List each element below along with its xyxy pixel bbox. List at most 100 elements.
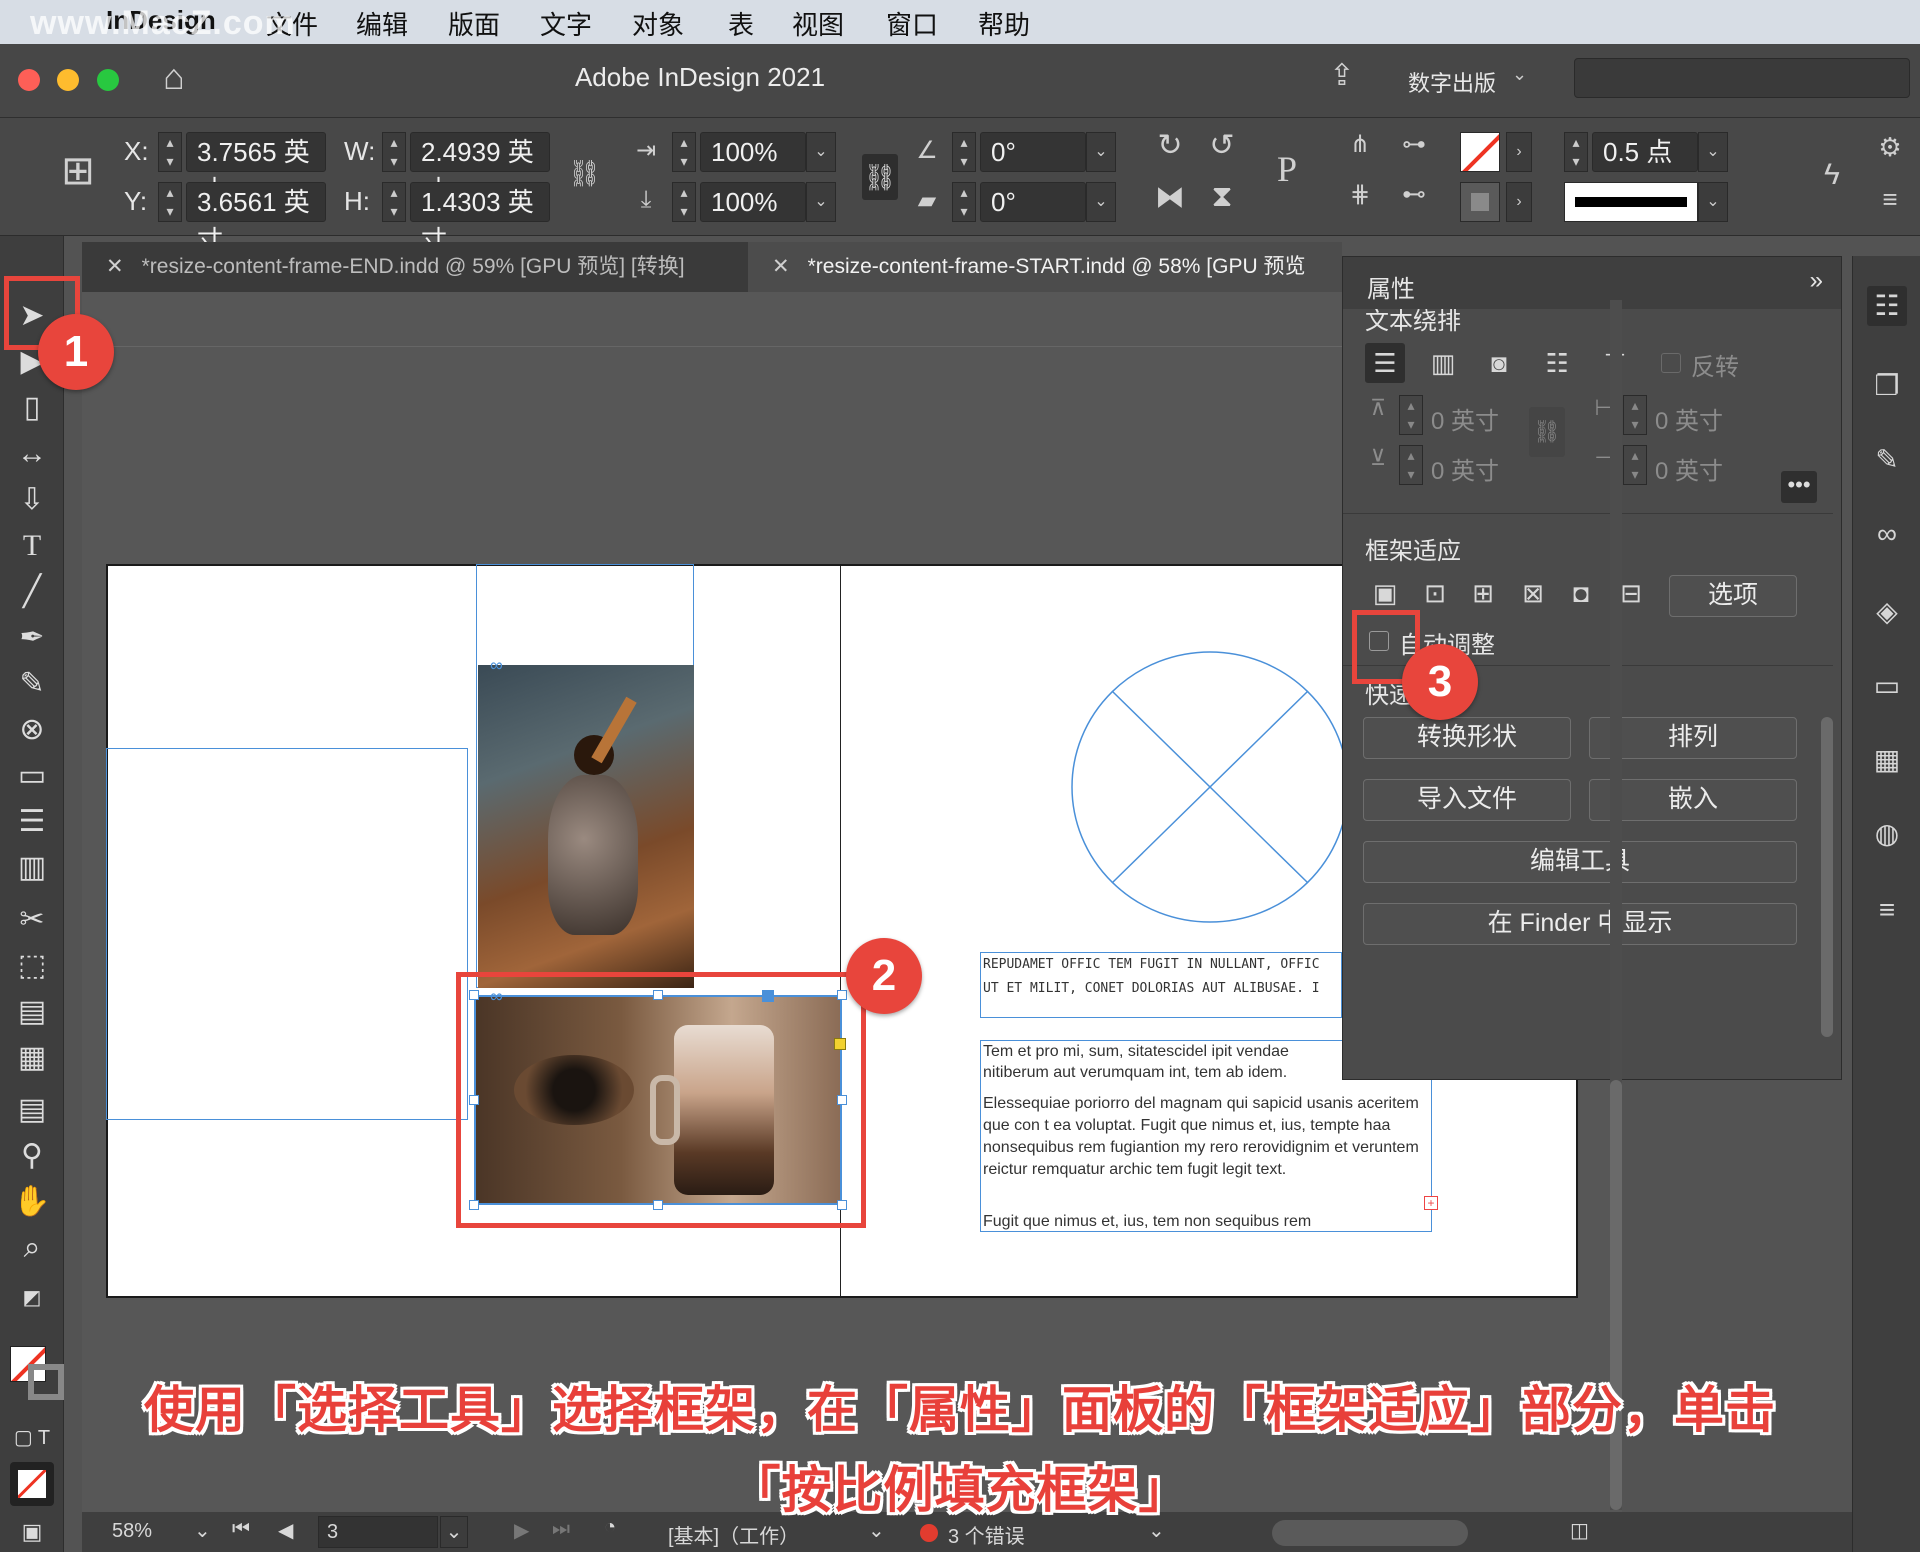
top-offset-field[interactable]: 0 英寸 bbox=[1431, 401, 1499, 436]
bottom-offset-field[interactable]: 0 英寸 bbox=[1431, 451, 1499, 486]
convert-shape-button[interactable]: 转换形状 bbox=[1363, 717, 1571, 759]
rotation-field[interactable]: 0° bbox=[980, 132, 1086, 172]
pen-tool-icon[interactable]: ✒ bbox=[12, 618, 52, 658]
vertical-scrollbar[interactable] bbox=[1610, 1080, 1622, 1510]
rectangle-tool-icon[interactable]: ▭ bbox=[12, 756, 52, 796]
stroke-weight-dropdown[interactable]: ⌄ bbox=[1698, 132, 1728, 172]
zoom-tool-icon[interactable]: ⌕ bbox=[12, 1228, 52, 1268]
free-transform-tool-icon[interactable]: ⬚ bbox=[12, 946, 52, 986]
link-scale-icon[interactable]: ⛓ bbox=[862, 154, 898, 200]
eyedropper-tool-icon[interactable]: ⚲ bbox=[12, 1136, 52, 1176]
reference-point-icon[interactable]: ⊞ bbox=[50, 148, 106, 204]
wrap-object-shape-icon[interactable]: ◙ bbox=[1479, 343, 1519, 383]
wrap-bounding-box-icon[interactable]: ▥ bbox=[1423, 343, 1463, 383]
paragraph-p-icon[interactable]: P bbox=[1262, 148, 1312, 198]
select-container-icon[interactable]: ⋔ bbox=[1340, 130, 1380, 159]
collapse-panel-icon[interactable]: » bbox=[1810, 267, 1823, 295]
pages-panel-icon[interactable]: ❐ bbox=[1867, 366, 1907, 406]
link-offsets-icon[interactable]: ⛓ bbox=[1529, 407, 1565, 457]
menu-view[interactable]: 视图 bbox=[792, 5, 844, 42]
constrain-proportions-icon[interactable]: ⛓ bbox=[568, 158, 601, 189]
workspace-switcher[interactable]: 数字出版 bbox=[1408, 66, 1496, 98]
y-stepper[interactable]: ▴ ▾ bbox=[158, 182, 182, 222]
tab-end-document[interactable]: ✕ *resize-content-frame-END.indd @ 59% [G… bbox=[82, 242, 748, 292]
zoom-level[interactable]: 58% bbox=[112, 1520, 152, 1543]
horizontal-grid-tool-icon[interactable]: ☰ bbox=[12, 802, 52, 842]
quick-apply-lightning-icon[interactable]: ϟ bbox=[1812, 158, 1852, 192]
line-tool-icon[interactable]: ╱ bbox=[12, 572, 52, 612]
pencil-tool-icon[interactable]: ✎ bbox=[12, 664, 52, 704]
content-collector-tool-icon[interactable]: ⇩ bbox=[12, 480, 52, 520]
left-offset-field[interactable]: 0 英寸 bbox=[1655, 401, 1723, 436]
fit-content-to-frame-icon[interactable]: ⊠ bbox=[1513, 573, 1553, 613]
fill-swatch-dropdown[interactable]: › bbox=[1506, 132, 1532, 172]
menu-table[interactable]: 表 bbox=[728, 5, 754, 42]
fill-frame-proportionally-icon[interactable]: ▣ bbox=[1365, 573, 1405, 613]
ellipse-frame-tool-icon[interactable]: ⊗ bbox=[12, 710, 52, 750]
gradient-swatch-tool-icon[interactable]: ▤ bbox=[12, 992, 52, 1032]
select-previous-object-icon[interactable]: ⊶ bbox=[1394, 130, 1434, 159]
x-stepper[interactable]: ▴ ▾ bbox=[158, 132, 182, 172]
chevron-down-icon[interactable]: ⌄ bbox=[1512, 64, 1527, 85]
left-offset-stepper[interactable]: ▴ ▾ bbox=[1623, 395, 1647, 435]
share-icon[interactable]: ⇪ bbox=[1322, 58, 1362, 93]
close-tab-icon[interactable]: ✕ bbox=[772, 255, 790, 278]
preflight-profile[interactable]: [基本]（工作） bbox=[668, 1520, 799, 1549]
jump-object-icon[interactable]: ☷ bbox=[1537, 343, 1577, 383]
hand-tool-icon[interactable]: ✋ bbox=[12, 1182, 52, 1222]
empty-text-frame[interactable] bbox=[106, 748, 468, 1120]
stroke-type-field[interactable] bbox=[1564, 182, 1698, 222]
panel-menu-icon[interactable]: ≡ bbox=[1870, 184, 1910, 215]
rotation-dropdown[interactable]: ⌄ bbox=[1086, 132, 1116, 172]
stroke-weight-stepper[interactable]: ▴ ▾ bbox=[1564, 132, 1588, 172]
place-file-button[interactable]: 导入文件 bbox=[1363, 779, 1571, 821]
scissors-tool-icon[interactable]: ✂ bbox=[12, 900, 52, 940]
shear-field[interactable]: 0° bbox=[980, 182, 1086, 222]
overset-text-icon[interactable]: + bbox=[1424, 1196, 1438, 1210]
menu-help[interactable]: 帮助 bbox=[978, 5, 1030, 42]
shear-stepper[interactable]: ▴ ▾ bbox=[952, 182, 976, 222]
x-field[interactable]: 3.7565 英寸 bbox=[186, 132, 326, 205]
select-next-object-icon[interactable]: ⊷ bbox=[1394, 180, 1434, 209]
scale-y-dropdown[interactable]: ⌄ bbox=[806, 182, 836, 222]
layers-panel-icon[interactable]: ◈ bbox=[1867, 592, 1907, 632]
menu-type[interactable]: 文字 bbox=[540, 5, 592, 42]
scale-y-field[interactable]: 100% bbox=[700, 182, 806, 222]
invert-checkbox[interactable] bbox=[1661, 353, 1681, 373]
color-panel-icon[interactable]: ◍ bbox=[1867, 814, 1907, 854]
edit-with-button[interactable]: 编辑工具 bbox=[1363, 841, 1797, 883]
cc-libraries-icon[interactable]: ✎ bbox=[1867, 440, 1907, 480]
fit-content-proportionally-icon[interactable]: ⊡ bbox=[1415, 573, 1455, 613]
y-field[interactable]: 3.6561 英寸 bbox=[186, 182, 326, 255]
scale-y-stepper[interactable]: ▴ ▾ bbox=[672, 182, 696, 222]
menu-object[interactable]: 对象 bbox=[632, 5, 684, 42]
menu-edit[interactable]: 编辑 bbox=[356, 5, 408, 42]
right-offset-stepper[interactable]: ▴ ▾ bbox=[1623, 445, 1647, 485]
search-adobe-stock-input[interactable] bbox=[1574, 58, 1910, 98]
flip-vertical-icon[interactable]: ⧗ bbox=[1202, 180, 1242, 214]
links-panel-icon[interactable]: ∞ bbox=[1867, 514, 1907, 554]
gradient-feather-tool-icon[interactable]: ▦ bbox=[12, 1038, 52, 1078]
heading-text-frame[interactable]: REPUDAMET OFFIC TEM FUGIT IN NULLANT, OF… bbox=[980, 952, 1342, 1018]
h-field[interactable]: 1.4303 英寸 bbox=[410, 182, 550, 255]
stroke-type-dropdown[interactable]: ⌄ bbox=[1698, 182, 1728, 222]
empty-graphic-frame[interactable] bbox=[1070, 650, 1350, 924]
top-offset-stepper[interactable]: ▴ ▾ bbox=[1399, 395, 1423, 435]
stroke-swatch-icon[interactable] bbox=[1460, 182, 1500, 222]
center-content-icon[interactable]: ◘ bbox=[1561, 573, 1601, 613]
menu-window[interactable]: 窗口 bbox=[886, 5, 938, 42]
no-text-wrap-icon[interactable]: ☰ bbox=[1365, 343, 1405, 383]
page-tool-icon[interactable]: ▯ bbox=[12, 388, 52, 428]
scale-x-dropdown[interactable]: ⌄ bbox=[806, 132, 836, 172]
bottom-offset-stepper[interactable]: ▴ ▾ bbox=[1399, 445, 1423, 485]
flip-horizontal-icon[interactable]: ⧓ bbox=[1150, 180, 1190, 215]
select-content-icon[interactable]: ⋕ bbox=[1340, 180, 1380, 209]
settings-gear-icon[interactable]: ⚙ bbox=[1870, 132, 1910, 163]
tab-start-document[interactable]: ✕ *resize-content-frame-START.indd @ 58% … bbox=[748, 242, 1342, 292]
vertical-grid-tool-icon[interactable]: ▥ bbox=[12, 848, 52, 888]
right-offset-field[interactable]: 0 英寸 bbox=[1655, 451, 1723, 486]
h-stepper[interactable]: ▴ ▾ bbox=[382, 182, 406, 222]
rotation-stepper[interactable]: ▴ ▾ bbox=[952, 132, 976, 172]
close-tab-icon[interactable]: ✕ bbox=[106, 255, 124, 278]
more-options-icon[interactable]: ••• bbox=[1781, 471, 1817, 503]
